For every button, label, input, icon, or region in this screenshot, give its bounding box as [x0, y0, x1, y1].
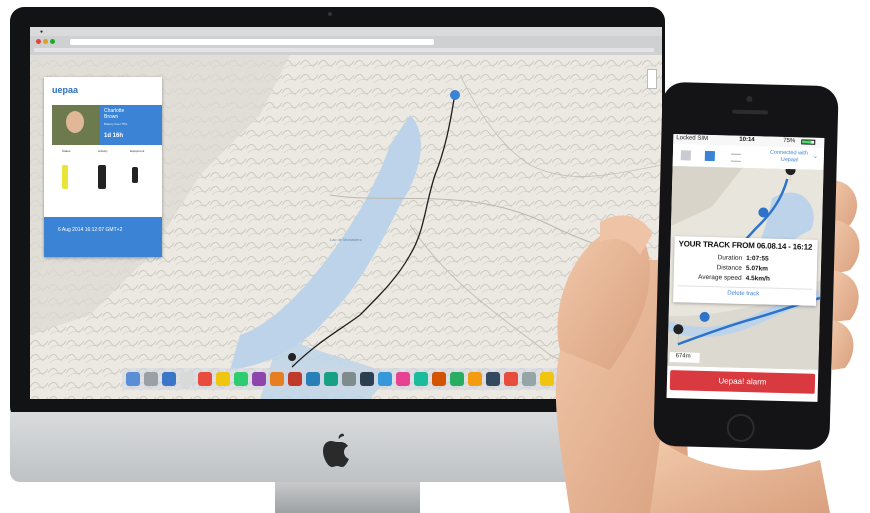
last-connection: 1d 16h [104, 133, 124, 139]
alarm-button-label: Uepaa! alarm [718, 376, 767, 387]
app-icon[interactable] [468, 372, 482, 386]
apple-logo-icon [323, 433, 349, 467]
app-icon[interactable] [486, 372, 500, 386]
track-info-card: YOUR TRACK FROM 06.08.14 - 16:12 Duratio… [673, 236, 818, 306]
app-icon[interactable] [306, 372, 320, 386]
address-bar[interactable] [70, 39, 434, 45]
profile-card: Charlotte Brown Battery level 75% 1d 16h [100, 105, 162, 145]
mail-icon[interactable] [180, 372, 194, 386]
track-title: YOUR TRACK FROM 06.08.14 - 16:12 [678, 239, 813, 252]
divider [677, 285, 813, 290]
launchpad-icon[interactable] [144, 372, 158, 386]
phone-screen: Locked SIM 10:14 75% Connected with Uepa… [666, 134, 825, 402]
duration-value: 1:07:55 [746, 255, 769, 263]
brand-logo: uepaa [52, 85, 79, 95]
alarm-button[interactable]: Uepaa! alarm [669, 370, 816, 394]
scale-label: 674m [675, 353, 691, 360]
battery-status: Battery level 75% [104, 122, 128, 126]
average-speed-label: Average speed [697, 273, 742, 282]
close-window-icon[interactable] [36, 39, 41, 44]
profile-panel: uepaa Charlotte Brown Battery level 75% … [44, 77, 162, 257]
messages-icon[interactable] [234, 372, 248, 386]
average-speed-value: 4.5km/h [745, 274, 770, 283]
status-person-icon [62, 165, 68, 189]
smartphone: Locked SIM 10:14 75% Connected with Uepa… [653, 81, 839, 451]
notes-icon[interactable] [216, 372, 230, 386]
connected-label-1[interactable]: Connected with [770, 150, 808, 157]
minimize-window-icon[interactable] [43, 39, 48, 44]
user-photo-avatar [52, 105, 100, 145]
home-button[interactable] [726, 413, 756, 443]
app-icon[interactable] [378, 372, 392, 386]
app-icon[interactable] [288, 372, 302, 386]
zoom-window-icon[interactable] [50, 39, 55, 44]
camera-dot [328, 12, 332, 16]
app-icon[interactable] [432, 372, 446, 386]
track-start-marker[interactable] [450, 90, 460, 100]
track-summary-card: 6 Aug 2014 16:12:07 GMT+2 [44, 217, 162, 257]
photos-icon[interactable] [270, 372, 284, 386]
device-icon [132, 167, 138, 183]
clock: 10:14 [739, 136, 755, 144]
face-shape [66, 111, 84, 133]
battery-percent: 75% [783, 137, 796, 145]
user-name-last: Brown [104, 114, 119, 120]
app-icon[interactable] [324, 372, 338, 386]
apple-menu-icon[interactable]: ● [40, 29, 43, 35]
front-camera [746, 95, 753, 103]
distance-value: 5.07km [745, 265, 769, 273]
menu-icon[interactable] [730, 153, 741, 162]
distance-label: Distance [716, 264, 743, 272]
status-label: Status [62, 149, 71, 153]
equipment-label: Equipment [130, 149, 145, 153]
bookmarks-bar [34, 48, 654, 52]
battery-icon [801, 139, 816, 145]
zoom-control[interactable] [647, 69, 657, 89]
hiker-icon [98, 165, 106, 189]
calendar-icon[interactable] [198, 372, 212, 386]
mac-menubar: ● [30, 27, 662, 36]
app-icon[interactable] [360, 372, 374, 386]
delete-track-link[interactable]: Delete track [727, 291, 759, 298]
itunes-icon[interactable] [252, 372, 266, 386]
list-view-icon[interactable] [680, 150, 692, 161]
map-scale: 674m [669, 352, 700, 363]
earpiece [731, 109, 769, 115]
imac-stand [275, 482, 420, 513]
chevron-down-icon[interactable]: ⌄ [813, 153, 818, 160]
activity-label: Activity [98, 149, 108, 153]
lake-label: Lac de Monastero [330, 237, 363, 242]
safari-icon[interactable] [162, 372, 176, 386]
track-date: 6 Aug 2014 16:12:07 GMT+2 [58, 227, 123, 233]
app-icon[interactable] [342, 372, 356, 386]
browser-toolbar [30, 36, 662, 56]
app-icon[interactable] [450, 372, 464, 386]
map-view-icon[interactable] [704, 150, 715, 162]
duration-label: Duration [717, 254, 743, 262]
connected-label-2[interactable]: Uepaa! [781, 157, 799, 163]
finder-icon[interactable] [126, 372, 140, 386]
app-icon[interactable] [414, 372, 428, 386]
app-icon[interactable] [396, 372, 410, 386]
carrier-label: Locked SIM [676, 135, 709, 142]
